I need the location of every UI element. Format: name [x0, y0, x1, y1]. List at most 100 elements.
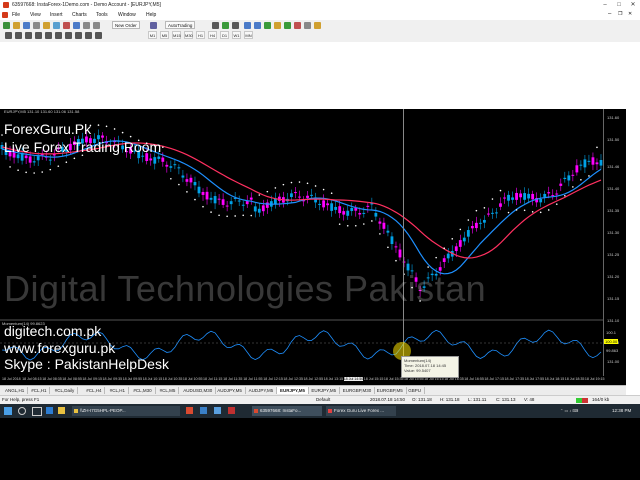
minimize-button[interactable]: –	[598, 0, 612, 10]
line-chart-icon[interactable]	[232, 22, 239, 29]
timeframe-mn[interactable]: MN	[244, 31, 253, 39]
taskbar-item-metatrader[interactable]: 63597668: InstaFo...	[252, 406, 322, 416]
horizontal-line-icon[interactable]	[35, 32, 42, 39]
menu-file[interactable]: File	[12, 12, 20, 18]
new-chart-icon[interactable]	[3, 22, 10, 29]
chart-tab[interactable]: #CL,H1	[107, 387, 129, 394]
chart-tab[interactable]: AUDJPY,M5	[214, 387, 246, 394]
chart-tab[interactable]: GBPU	[405, 387, 425, 394]
vertical-line-icon[interactable]	[25, 32, 32, 39]
timeframe-m1[interactable]: M1	[148, 31, 157, 39]
strategy-tester-icon[interactable]	[63, 22, 70, 29]
symbol-info: EURJPY,M5 131.10 131.60 131.06 131.58	[4, 109, 79, 114]
chart-tab[interactable]: AUDJPY,M5	[246, 387, 278, 394]
search-icon[interactable]	[18, 407, 26, 415]
market-watch-icon[interactable]	[23, 22, 30, 29]
chart-shift-icon[interactable]	[284, 22, 291, 29]
candle-body	[543, 194, 546, 197]
candle-body	[161, 158, 164, 162]
candle-body	[584, 159, 587, 167]
chart-tab[interactable]: EURJPY,M5	[277, 387, 309, 394]
chart-tab[interactable]: #CL,H4	[83, 387, 105, 394]
edge-icon[interactable]	[46, 407, 53, 414]
mdi-restore-button[interactable]: ❐	[618, 11, 622, 17]
profiles-icon[interactable]	[13, 22, 20, 29]
zoom-in-chart-icon[interactable]	[244, 22, 251, 29]
cursor-tool-icon[interactable]	[15, 32, 22, 39]
crosshair-icon[interactable]	[5, 32, 12, 39]
start-icon[interactable]	[4, 407, 12, 415]
close-button[interactable]: ✕	[626, 0, 640, 10]
app-pinned-icon[interactable]	[228, 407, 235, 414]
mdi-minimize-button[interactable]: –	[608, 11, 611, 17]
data-window-icon[interactable]	[33, 22, 40, 29]
tile-windows-icon[interactable]	[93, 22, 100, 29]
zoom-in-icon[interactable]	[73, 22, 80, 29]
chart-tab[interactable]: #CL,H1	[28, 387, 50, 394]
connection-icon[interactable]	[576, 398, 588, 403]
candlestick-icon[interactable]	[222, 22, 229, 29]
taskbar-item-browser[interactable]: Forex Guru Live Forex ...	[326, 406, 396, 416]
chart-tab[interactable]: EURGBP,M30	[340, 387, 375, 394]
time-axis: 18 Jul 201818 Jul 08:1518 Jul 08:3518 Ju…	[0, 376, 626, 385]
tray-icons[interactable]: ⌃ ▭ ♪ ⌨	[560, 407, 610, 415]
chart-tab[interactable]: EURJPY,M5	[308, 387, 340, 394]
indicators-icon[interactable]	[294, 22, 301, 29]
timeframe-h1[interactable]: H1	[196, 31, 205, 39]
parabolic-sar-dot	[355, 225, 357, 227]
app-pinned-icon[interactable]	[186, 407, 193, 414]
templates-icon[interactable]	[314, 22, 321, 29]
autotrading-button[interactable]: AutoTrading	[165, 21, 195, 29]
parabolic-sar-dot	[331, 192, 333, 194]
channel-icon[interactable]	[55, 32, 62, 39]
timeframe-w1[interactable]: W1	[232, 31, 241, 39]
task-view-icon[interactable]	[32, 407, 42, 416]
bar-chart-icon[interactable]	[212, 22, 219, 29]
trendline-icon[interactable]	[45, 32, 52, 39]
chart-tab[interactable]: #CL,M30	[130, 387, 155, 394]
time-tick: 18 Jul 11:55	[243, 377, 262, 381]
fibonacci-icon[interactable]	[65, 32, 72, 39]
chart-tab[interactable]: AUDUSD,M30	[180, 387, 216, 394]
chart-tab[interactable]: EURGBP,M5	[374, 387, 407, 394]
time-tick: 18 Jul 18:35	[565, 377, 585, 381]
metaeditor-icon[interactable]	[150, 22, 157, 29]
menu-window[interactable]: Window	[118, 12, 136, 18]
timeframe-m30[interactable]: M30	[184, 31, 193, 39]
autoscroll-icon[interactable]	[274, 22, 281, 29]
chart-tab[interactable]: ANGL,H1	[2, 387, 28, 394]
text-tool-icon[interactable]	[75, 32, 82, 39]
menu-charts[interactable]: Charts	[72, 12, 87, 18]
timeframe-m5[interactable]: M5	[160, 31, 169, 39]
price-tick: 131.10	[607, 318, 619, 323]
timeframe-m15[interactable]: M15	[172, 31, 181, 39]
terminal-icon[interactable]	[53, 22, 60, 29]
grid-icon[interactable]	[264, 22, 271, 29]
maximize-button[interactable]: □	[612, 0, 626, 10]
menu-help[interactable]: Help	[146, 12, 156, 18]
price-axis[interactable]: 131.60 131.50 131.46 131.40 131.35 131.3…	[603, 109, 626, 376]
menu-view[interactable]: View	[30, 12, 41, 18]
candle-body	[33, 161, 36, 162]
menu-insert[interactable]: Insert	[50, 12, 63, 18]
explorer-icon[interactable]	[58, 407, 65, 414]
parabolic-sar-dot	[468, 219, 470, 221]
chart-tab[interactable]: #CL,M5	[157, 387, 180, 394]
app-menu-icon[interactable]	[2, 12, 8, 18]
mdi-close-button[interactable]: ✕	[628, 11, 632, 17]
cursor-icon[interactable]	[83, 22, 90, 29]
chart-tab[interactable]: #CL,Daily	[52, 387, 79, 394]
timeframe-h4[interactable]: H4	[208, 31, 217, 39]
label-tool-icon[interactable]	[85, 32, 92, 39]
timeframe-d1[interactable]: D1	[220, 31, 229, 39]
periods-icon[interactable]	[304, 22, 311, 29]
menu-tools[interactable]: Tools	[96, 12, 108, 18]
candle-body	[25, 156, 28, 159]
app-pinned-icon[interactable]	[200, 407, 207, 414]
arrows-icon[interactable]	[95, 32, 102, 39]
zoom-out-chart-icon[interactable]	[254, 22, 261, 29]
app-pinned-icon[interactable]	[214, 407, 221, 414]
navigator-icon[interactable]	[43, 22, 50, 29]
taskbar-item-explorer[interactable]: \\ZH-I7G5HPL-PEOP...	[72, 406, 180, 416]
new-order-button[interactable]: New Order	[112, 21, 140, 29]
